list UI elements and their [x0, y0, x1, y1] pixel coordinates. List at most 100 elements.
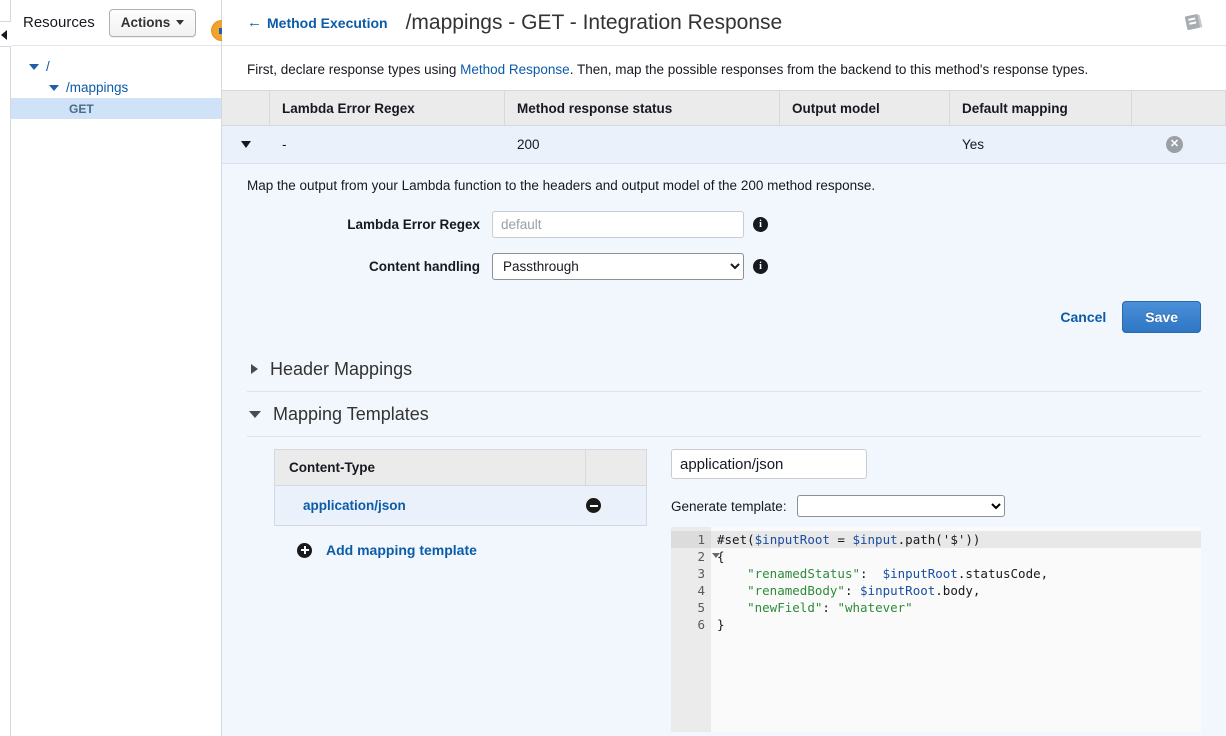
column-header-output-model: Output model — [780, 91, 950, 125]
minus-bar — [589, 504, 598, 507]
code-token: = — [829, 532, 853, 547]
code-line: { — [717, 548, 1201, 565]
code-token: : — [822, 600, 838, 615]
caret-right-icon[interactable] — [251, 364, 258, 374]
column-header-actions — [1132, 91, 1226, 125]
code-token: $inputRoot — [754, 532, 830, 547]
cell-method-response-status: 200 — [517, 137, 540, 152]
column-header-default-mapping: Default mapping — [950, 91, 1132, 125]
tree-item-label: /mappings — [66, 80, 129, 95]
info-icon[interactable]: i — [753, 217, 768, 232]
editor-code-area[interactable]: #set($inputRoot = $input.path('$')){ "re… — [711, 527, 1201, 732]
generate-template-select[interactable] — [796, 495, 1005, 517]
add-mapping-template-label[interactable]: Add mapping template — [326, 542, 477, 558]
tree-item-label: GET — [69, 101, 94, 116]
cell-default-mapping: Yes — [962, 137, 985, 152]
intro-part-1: First, declare response types using — [247, 62, 461, 77]
rail-segment-bottom — [0, 46, 11, 736]
caret-down-icon[interactable] — [29, 63, 39, 70]
main-content: ← Method Execution /mappings - GET - Int… — [222, 0, 1226, 736]
generate-template-label: Generate template: — [671, 498, 787, 514]
header-mappings-toggle[interactable]: Header Mappings — [247, 347, 1201, 391]
mapping-templates-toggle[interactable]: Mapping Templates — [247, 392, 1201, 436]
code-line: } — [717, 616, 1201, 633]
header-mappings-section: Header Mappings — [222, 347, 1226, 392]
column-header-lambda-error-regex: Lambda Error Regex — [270, 91, 505, 125]
code-token: $inputRoot — [882, 566, 958, 581]
tree-item-root[interactable]: / — [11, 56, 221, 77]
content-type-list-panel: Content-Type application/json Add mappin… — [247, 449, 647, 732]
content-type-link[interactable]: application/json — [275, 498, 586, 513]
mapping-templates-section: Mapping Templates — [222, 392, 1226, 437]
back-link-label: Method Execution — [267, 14, 388, 31]
left-rail — [0, 0, 11, 736]
caret-down-icon[interactable] — [241, 141, 251, 148]
table-header-row: Lambda Error Regex Method response statu… — [222, 90, 1226, 126]
plus-bar-v — [303, 546, 306, 554]
intro-text: First, declare response types using Meth… — [222, 46, 1226, 90]
delete-icon[interactable]: ✕ — [1166, 136, 1183, 153]
code-token: .body, — [935, 583, 981, 598]
tree-item-label: / — [46, 59, 50, 74]
code-token: $input — [852, 532, 898, 547]
info-icon[interactable]: i — [753, 259, 768, 274]
code-token: .path('$')) — [897, 532, 981, 547]
line-number: 6 — [697, 617, 705, 632]
column-header-remove — [586, 450, 646, 485]
detail-description: Map the output from your Lambda function… — [247, 178, 876, 193]
label-lambda-error-regex: Lambda Error Regex — [347, 217, 480, 232]
arrow-left-icon: ← — [247, 14, 262, 31]
tree-item-get-method[interactable]: GET — [11, 98, 221, 119]
code-token: } — [717, 617, 725, 632]
column-header-content-type: Content-Type — [275, 450, 586, 485]
line-number: 1 — [671, 531, 711, 548]
caret-down-icon[interactable] — [249, 410, 261, 418]
save-button[interactable]: Save — [1122, 301, 1201, 333]
code-line: "renamedStatus": $inputRoot.statusCode, — [717, 565, 1201, 582]
sidebar-title: Resources — [23, 14, 95, 31]
minus-circle-icon[interactable] — [586, 498, 601, 513]
code-line: #set($inputRoot = $input.path('$')) — [711, 531, 1201, 548]
code-token: $inputRoot — [860, 583, 936, 598]
chevron-down-icon — [176, 20, 185, 25]
back-to-method-execution-link[interactable]: ← Method Execution — [247, 15, 388, 31]
app-root: Resources Actions / /mappings GET ← Meth… — [0, 0, 1226, 736]
column-header-method-response-status: Method response status — [505, 91, 780, 125]
remove-cell — [586, 498, 646, 513]
plus-circle-icon[interactable] — [297, 542, 312, 558]
mapping-templates-title: Mapping Templates — [273, 403, 429, 424]
column-header-expand — [222, 91, 270, 125]
method-response-link[interactable]: Method Response — [460, 62, 570, 77]
code-line: "newField": "whatever" — [717, 599, 1201, 616]
mapping-template-code-editor[interactable]: 1 2 3 4 5 6 #set($inputRoot = $input.pat… — [671, 527, 1201, 732]
actions-button-label: Actions — [120, 15, 171, 30]
cell-lambda-error-regex: - — [282, 137, 287, 152]
content-type-table-header: Content-Type — [275, 450, 646, 486]
collapse-panel-icon[interactable] — [1, 30, 7, 40]
caret-down-icon[interactable] — [49, 84, 59, 91]
tree-item-mappings[interactable]: /mappings — [11, 77, 221, 98]
row-expand-cell[interactable] — [222, 141, 270, 148]
table-row[interactable]: - 200 Yes ✕ — [222, 126, 1226, 164]
cancel-button[interactable]: Cancel — [1060, 309, 1106, 325]
integration-responses-table: Lambda Error Regex Method response statu… — [222, 90, 1226, 164]
code-fold-icon[interactable] — [712, 553, 720, 558]
generate-template-row: Generate template: — [671, 495, 1201, 517]
page-header: ← Method Execution /mappings - GET - Int… — [222, 0, 1226, 46]
mapping-templates-body: Content-Type application/json Add mappin… — [222, 437, 1226, 732]
sidebar-header: Resources Actions — [11, 0, 221, 46]
line-number: 4 — [697, 583, 705, 598]
lambda-error-regex-input[interactable] — [492, 211, 744, 238]
add-mapping-template-row[interactable]: Add mapping template — [274, 526, 647, 574]
field-row-lambda-error-regex: Lambda Error Regex i — [247, 211, 1201, 238]
book-icon[interactable] — [1180, 9, 1206, 35]
actions-button[interactable]: Actions — [108, 8, 197, 37]
code-token: "renamedBody" — [747, 583, 845, 598]
label-content-handling: Content handling — [369, 259, 480, 274]
detail-actions: Cancel Save — [247, 295, 1201, 347]
list-item[interactable]: application/json — [275, 486, 646, 526]
content-handling-select[interactable]: Passthrough — [492, 253, 744, 280]
content-type-input[interactable] — [671, 449, 867, 479]
